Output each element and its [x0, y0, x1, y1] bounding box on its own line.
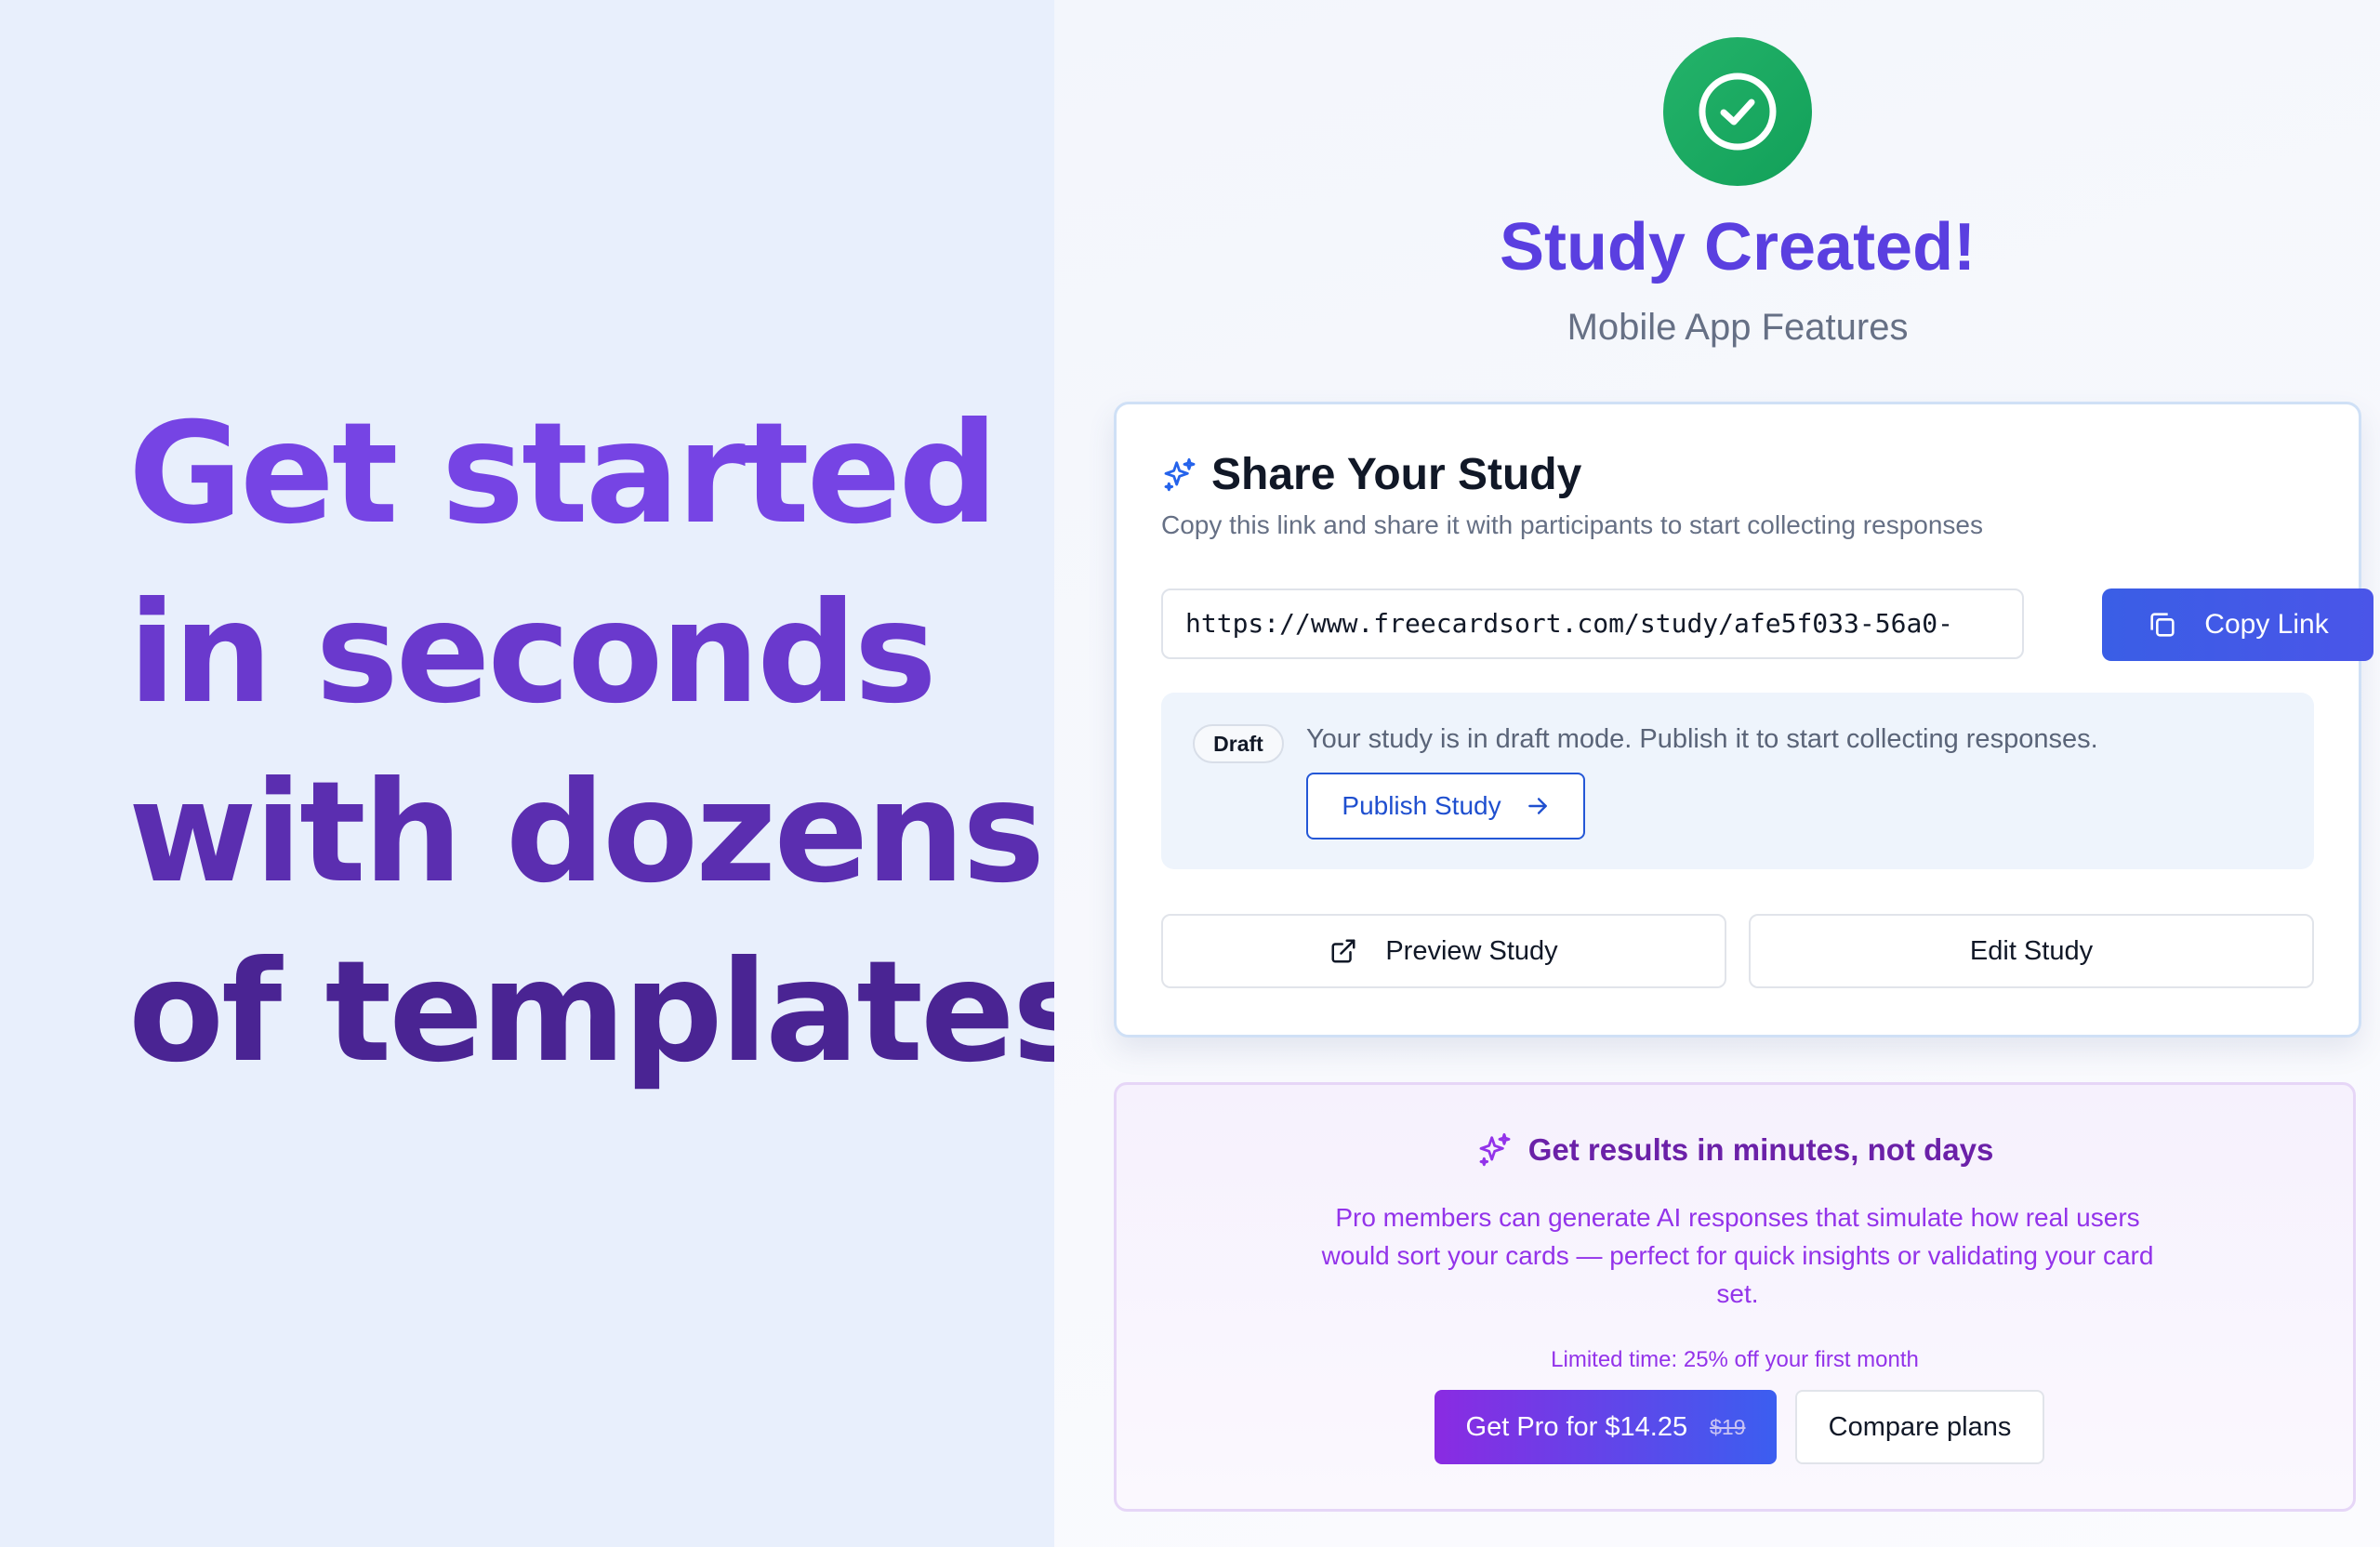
hero-line: of templates [128, 932, 1095, 1093]
publish-study-label: Publish Study [1342, 791, 1501, 820]
edit-study-button[interactable]: Edit Study [1749, 914, 2314, 988]
old-price: $19 [1710, 1414, 1746, 1439]
share-card: Share Your Study Copy this link and shar… [1114, 402, 2373, 1038]
share-title: Share Your Study [1211, 450, 1582, 499]
share-header: Share Your Study [1161, 449, 1581, 500]
copy-icon [2147, 609, 2178, 641]
hero-line: in seconds [128, 573, 937, 734]
preview-study-label: Preview Study [1385, 935, 1558, 966]
hero-line: with dozens [128, 752, 1045, 914]
get-pro-label: Get Pro for $14.25 [1465, 1411, 1688, 1442]
copy-link-button[interactable]: Copy Link [2102, 588, 2373, 661]
compare-plans-label: Compare plans [1828, 1411, 2012, 1442]
draft-notice: Draft Your study is in draft mode. Publi… [1161, 693, 2314, 869]
promo-offer-text: Limited time: 25% off your first month [1551, 1347, 1919, 1372]
get-pro-button[interactable]: Get Pro for $14.25 $19 [1435, 1390, 1777, 1464]
page-title: Study Created! [1499, 210, 1977, 284]
promo-header: Get results in minutes, not days [1117, 1131, 2353, 1169]
promo-title: Get results in minutes, not days [1527, 1132, 1994, 1167]
hero-panel: Get started in seconds with dozens of te… [0, 0, 1095, 1547]
pro-upsell-card: Get results in minutes, not days Pro mem… [1114, 1082, 2356, 1512]
promo-description: Pro members can generate AI responses th… [1321, 1203, 2154, 1308]
preview-study-button[interactable]: Preview Study [1161, 914, 1726, 988]
external-link-icon [1329, 937, 1357, 965]
sparkles-icon [1161, 456, 1198, 494]
arrow-right-icon [1526, 794, 1550, 818]
publish-study-button[interactable]: Publish Study [1306, 773, 1585, 840]
status-badge: Draft [1193, 724, 1284, 763]
sparkles-icon [1476, 1131, 1514, 1169]
study-name: Mobile App Features [1567, 307, 1909, 348]
copy-link-label: Copy Link [2204, 609, 2329, 640]
check-circle-icon [1663, 37, 1812, 186]
hero-headline: Get started in seconds with dozens of te… [128, 385, 1095, 1103]
study-link-field[interactable]: https://www.freecardsort.com/study/afe5f… [1161, 588, 2024, 659]
share-description: Copy this link and share it with partici… [1161, 510, 1983, 539]
study-created-panel: Study Created! Mobile App Features Share… [1054, 0, 2380, 1547]
hero-line: Get started [128, 393, 998, 555]
draft-message: Your study is in draft mode. Publish it … [1306, 724, 2098, 754]
compare-plans-button[interactable]: Compare plans [1795, 1390, 2044, 1464]
edit-study-label: Edit Study [1969, 935, 2094, 966]
